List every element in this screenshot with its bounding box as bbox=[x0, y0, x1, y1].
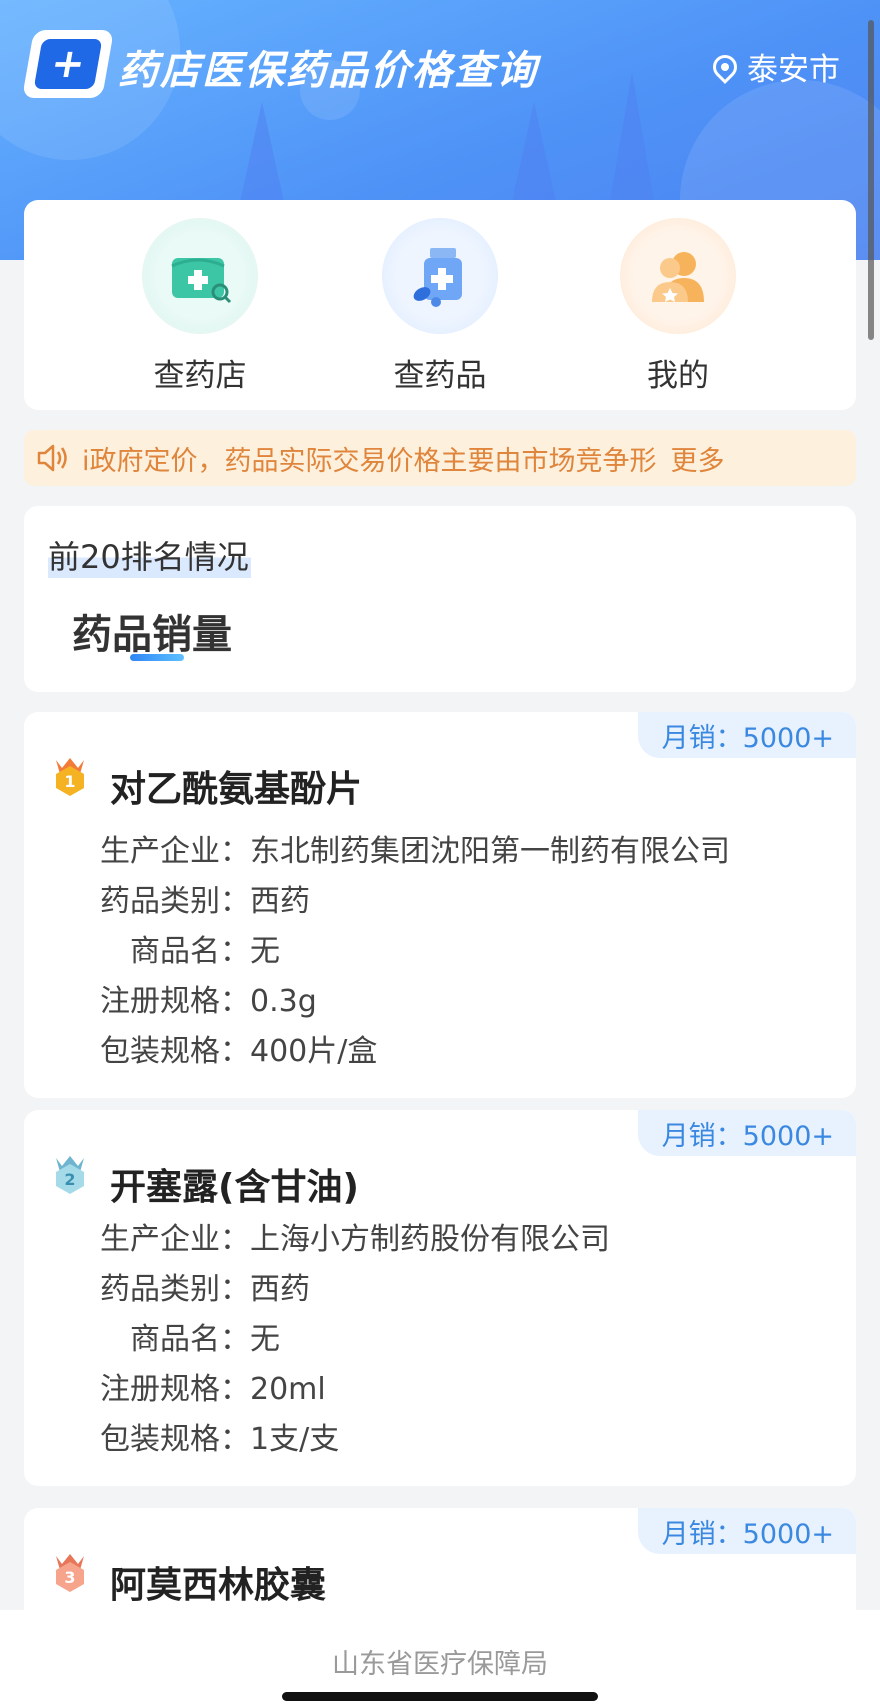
notice-text: i政府定价，药品实际交易价格主要由市场竞争形 更多 bbox=[82, 439, 852, 478]
monthly-sales-badge: 月销：5000+ bbox=[637, 1508, 856, 1554]
trade-name-value: 无 bbox=[250, 1322, 280, 1357]
quick-action-medicine[interactable]: 查药品 bbox=[360, 220, 520, 395]
field-label: 生产企业： bbox=[100, 1222, 250, 1257]
decor-spike bbox=[610, 72, 654, 202]
footer: 山东省医疗保障局 bbox=[0, 1610, 880, 1706]
rank-number: 1 bbox=[64, 772, 75, 791]
manufacturer-value: 上海小方制药股份有限公司 bbox=[250, 1222, 610, 1257]
quick-action-label: 查药店 bbox=[153, 358, 247, 394]
manufacturer-value: 东北制药集团沈阳第一制药有限公司 bbox=[250, 834, 730, 869]
tab-active-indicator bbox=[130, 654, 184, 661]
notice-message: i政府定价，药品实际交易价格主要由市场竞争形 bbox=[82, 445, 657, 477]
rank-gold-medal-icon: 1 bbox=[56, 758, 84, 796]
monthly-sales-badge: 月销：5000+ bbox=[637, 712, 856, 758]
pack-spec-row: 包装规格：1支/支 bbox=[80, 1414, 339, 1458]
quick-action-label: 我的 bbox=[647, 358, 709, 394]
notice-more-link[interactable]: 更多 bbox=[671, 446, 725, 477]
rank-silver-medal-icon: 2 bbox=[56, 1156, 84, 1194]
rank-number: 3 bbox=[64, 1568, 75, 1587]
category-row: 药品类别：西药 bbox=[80, 876, 310, 920]
field-label: 商品名： bbox=[130, 934, 250, 969]
decor-spike bbox=[512, 102, 556, 202]
field-label: 包装规格： bbox=[100, 1422, 250, 1457]
field-label: 生产企业： bbox=[100, 834, 250, 869]
quick-action-pharmacy[interactable]: 查药店 bbox=[120, 220, 280, 395]
drug-name: 对乙酰氨基酚片 bbox=[110, 769, 363, 810]
footer-text: 山东省医疗保障局 bbox=[332, 1649, 548, 1680]
decor-spike bbox=[240, 102, 284, 202]
user-icon bbox=[622, 220, 734, 332]
ranking-card: 前20排名情况 药品销量 bbox=[24, 506, 856, 692]
reg-spec-row: 注册规格：20ml bbox=[80, 1364, 326, 1408]
scrollbar[interactable] bbox=[868, 20, 874, 340]
drug-name: 阿莫西林胶囊 bbox=[110, 1565, 327, 1606]
drug-card[interactable]: 月销：5000+ 1 对乙酰氨基酚片 生产企业：东北制药集团沈阳第一制药有限公司… bbox=[24, 712, 856, 1098]
category-value: 西药 bbox=[250, 884, 310, 919]
manufacturer-row: 生产企业：上海小方制药股份有限公司 bbox=[80, 1214, 610, 1258]
drug-card[interactable]: 月销：5000+ 2 开塞露(含甘油) 生产企业：上海小方制药股份有限公司 药品… bbox=[24, 1110, 856, 1486]
category-value: 西药 bbox=[250, 1272, 310, 1307]
rank-number: 2 bbox=[64, 1170, 75, 1189]
reg-spec-value: 0.3g bbox=[250, 984, 317, 1019]
medical-cross-icon: + bbox=[33, 39, 103, 89]
reg-spec-value: 20ml bbox=[250, 1372, 326, 1407]
location-selector[interactable]: 泰安市 bbox=[708, 44, 840, 89]
pack-spec-row: 包装规格：400片/盒 bbox=[80, 1026, 377, 1070]
medicine-bottle-icon bbox=[384, 220, 496, 332]
drug-name: 开塞露(含甘油) bbox=[110, 1167, 359, 1208]
trade-name-value: 无 bbox=[250, 934, 280, 969]
field-label: 药品类别： bbox=[100, 1272, 250, 1307]
location-pin-icon bbox=[708, 49, 742, 84]
quick-actions-card: 查药店 查药品 我的 bbox=[24, 200, 856, 410]
field-label: 包装规格： bbox=[100, 1034, 250, 1069]
field-label: 注册规格： bbox=[100, 1372, 250, 1407]
app-title: 药店医保药品价格查询 bbox=[118, 48, 538, 94]
quick-action-label: 查药品 bbox=[393, 358, 487, 394]
ranking-title: 前20排名情况 bbox=[48, 532, 251, 578]
pack-spec-value: 400片/盒 bbox=[250, 1034, 378, 1069]
app-logo: + bbox=[22, 30, 114, 98]
field-label: 药品类别： bbox=[100, 884, 250, 919]
field-label: 商品名： bbox=[130, 1322, 250, 1357]
pack-spec-value: 1支/支 bbox=[250, 1422, 340, 1457]
reg-spec-row: 注册规格：0.3g bbox=[80, 976, 317, 1020]
trade-name-row: 商品名：无 bbox=[80, 1314, 280, 1358]
trade-name-row: 商品名：无 bbox=[80, 926, 280, 970]
category-row: 药品类别：西药 bbox=[80, 1264, 310, 1308]
manufacturer-row: 生产企业：东北制药集团沈阳第一制药有限公司 bbox=[80, 826, 730, 870]
location-label: 泰安市 bbox=[747, 52, 840, 88]
monthly-sales-badge: 月销：5000+ bbox=[637, 1110, 856, 1156]
tab-drug-sales[interactable]: 药品销量 bbox=[72, 602, 232, 660]
pharmacy-icon bbox=[144, 220, 256, 332]
field-label: 注册规格： bbox=[100, 984, 250, 1019]
quick-action-mine[interactable]: 我的 bbox=[598, 220, 758, 395]
notice-bar[interactable]: i政府定价，药品实际交易价格主要由市场竞争形 更多 bbox=[24, 430, 856, 486]
rank-bronze-medal-icon: 3 bbox=[56, 1554, 84, 1592]
speaker-icon bbox=[37, 444, 67, 472]
home-indicator[interactable] bbox=[282, 1692, 598, 1701]
